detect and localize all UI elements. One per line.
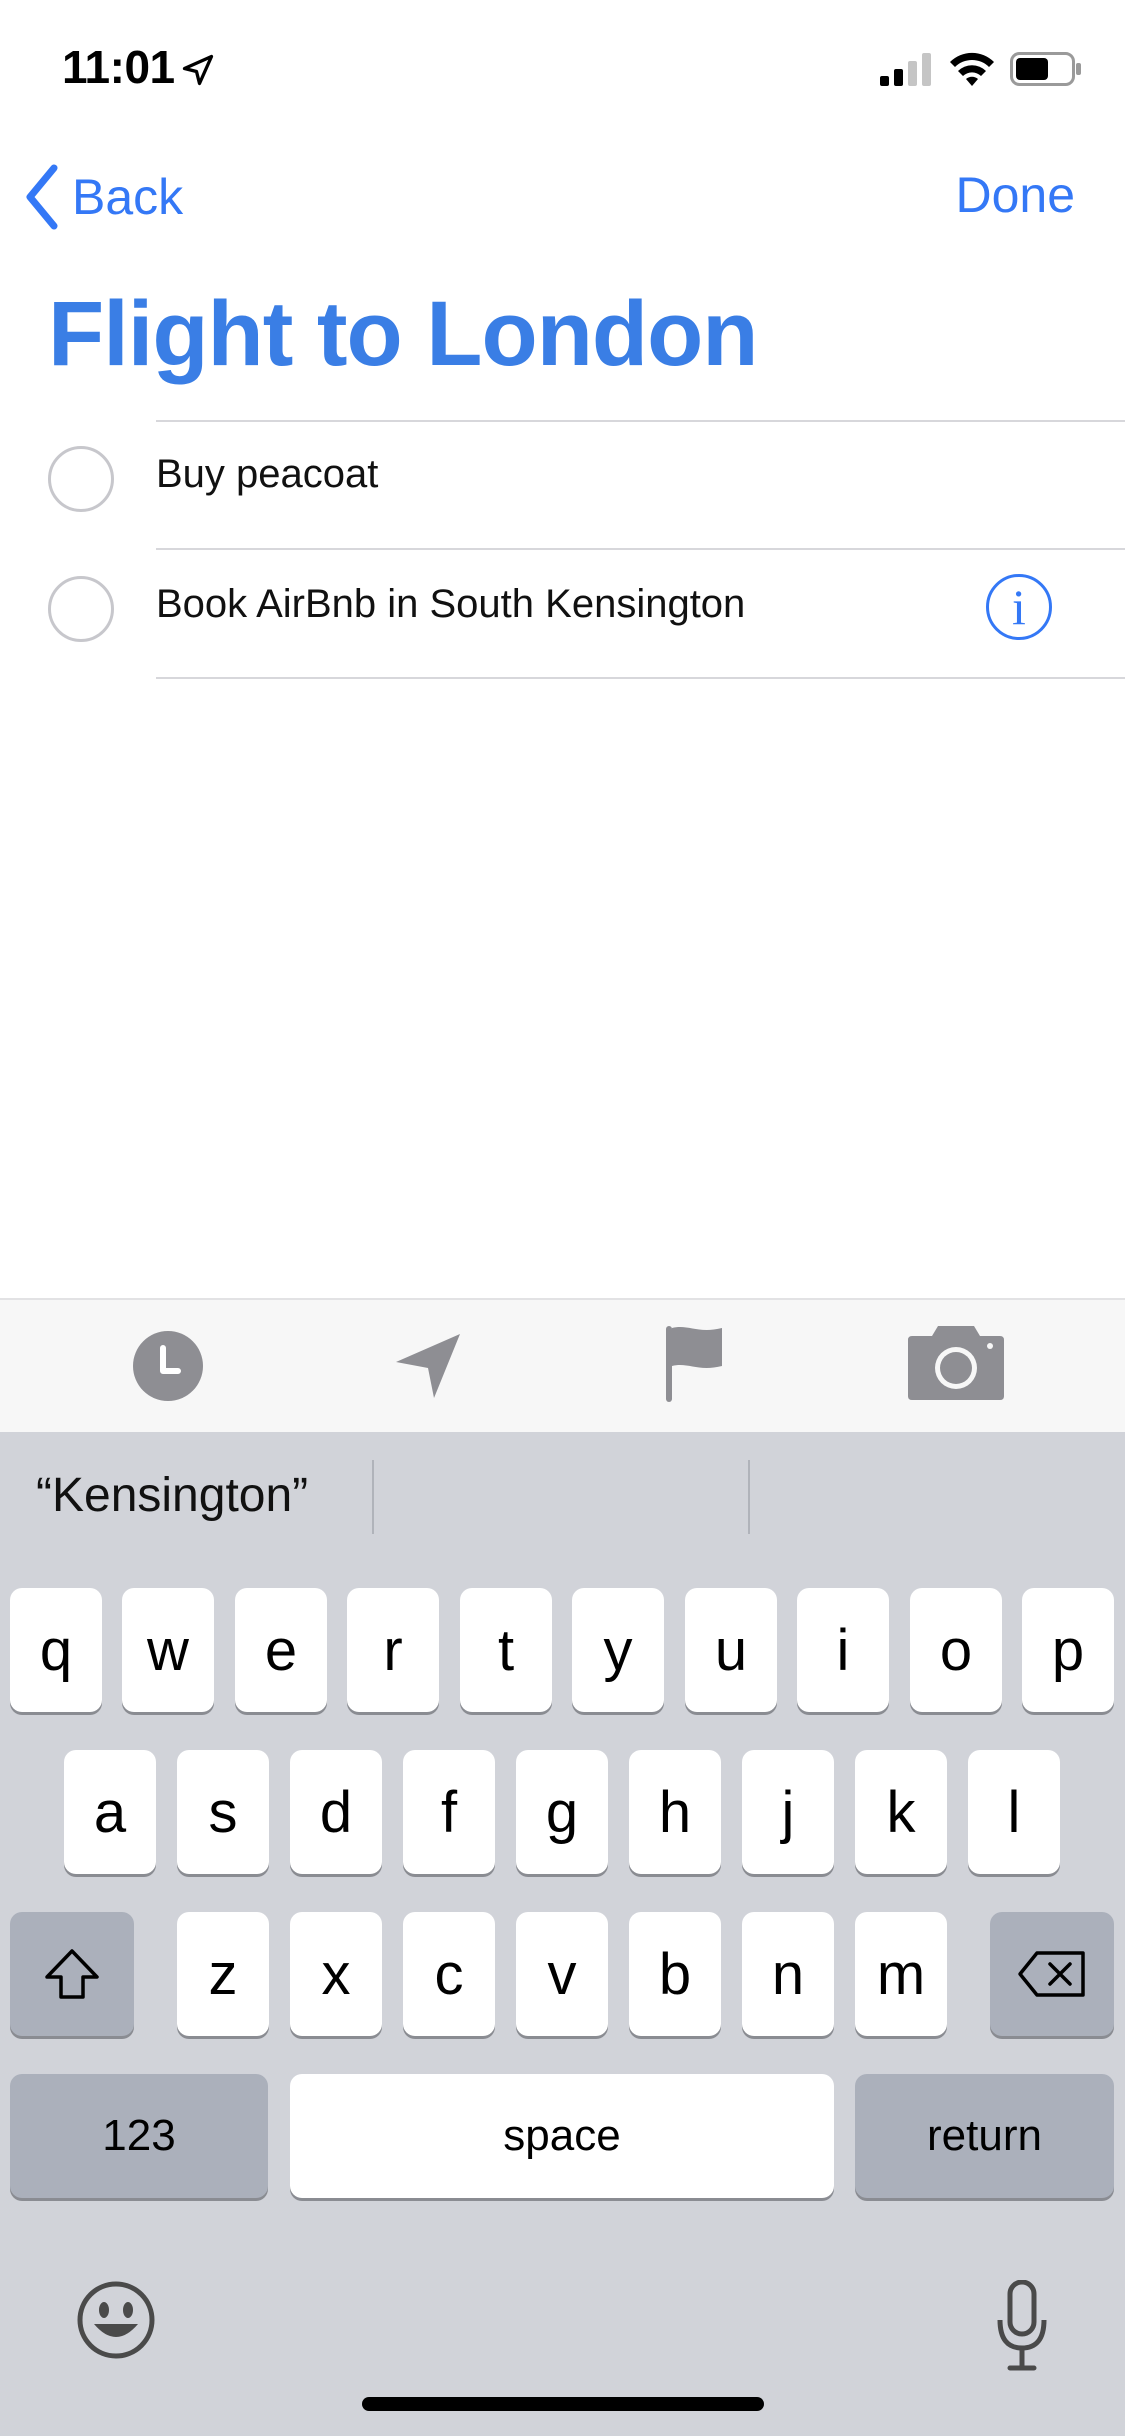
key-s[interactable]: s [177, 1750, 269, 1874]
done-button[interactable]: Done [955, 166, 1075, 224]
status-time: 11:01 [62, 41, 175, 93]
back-button[interactable]: Back [22, 162, 183, 232]
prediction-divider [372, 1460, 374, 1534]
reminder-row[interactable]: Book AirBnb in South Kensington i [0, 548, 1125, 676]
delete-icon [1018, 1951, 1085, 1997]
prediction-bar: “Kensington” [0, 1432, 1125, 1560]
info-button[interactable]: i [986, 574, 1052, 640]
key-l[interactable]: l [968, 1750, 1060, 1874]
shift-key[interactable] [10, 1912, 134, 2036]
completion-circle[interactable] [48, 446, 114, 512]
key-x[interactable]: x [290, 1912, 382, 2036]
prediction-suggestion[interactable]: “Kensington” [36, 1468, 308, 1523]
key-o[interactable]: o [910, 1588, 1002, 1712]
chevron-left-icon [26, 164, 58, 230]
key-w[interactable]: w [122, 1588, 214, 1712]
row-separator [156, 677, 1125, 679]
reminder-row[interactable]: Buy peacoat [0, 418, 1125, 546]
camera-icon[interactable] [906, 1322, 1006, 1402]
key-h[interactable]: h [629, 1750, 721, 1874]
key-n[interactable]: n [742, 1912, 834, 2036]
key-k[interactable]: k [855, 1750, 947, 1874]
key-g[interactable]: g [516, 1750, 608, 1874]
key-j[interactable]: j [742, 1750, 834, 1874]
key-y[interactable]: y [572, 1588, 664, 1712]
keyboard: “Kensington” q w e r t y u i o p a s d f… [0, 1432, 1125, 2436]
battery-icon [1010, 52, 1081, 86]
space-key[interactable]: space [290, 2074, 834, 2198]
list-title[interactable]: Flight to London [48, 282, 758, 387]
clock-icon[interactable] [132, 1330, 204, 1402]
microphone-icon[interactable] [996, 2280, 1048, 2372]
prediction-divider [748, 1460, 750, 1534]
location-arrow-icon[interactable] [392, 1330, 464, 1402]
key-a[interactable]: a [64, 1750, 156, 1874]
key-q[interactable]: q [10, 1588, 102, 1712]
emoji-icon[interactable] [76, 2280, 156, 2360]
key-r[interactable]: r [347, 1588, 439, 1712]
completion-circle[interactable] [48, 576, 114, 642]
reminder-text[interactable]: Book AirBnb in South Kensington [156, 582, 745, 627]
reminder-text[interactable]: Buy peacoat [156, 452, 378, 497]
key-e[interactable]: e [235, 1588, 327, 1712]
reminder-toolbar [0, 1298, 1125, 1434]
key-m[interactable]: m [855, 1912, 947, 2036]
key-b[interactable]: b [629, 1912, 721, 2036]
key-c[interactable]: c [403, 1912, 495, 2036]
key-i[interactable]: i [797, 1588, 889, 1712]
home-indicator[interactable] [362, 2397, 764, 2411]
key-t[interactable]: t [460, 1588, 552, 1712]
key-v[interactable]: v [516, 1912, 608, 2036]
info-icon: i [1012, 579, 1026, 635]
key-d[interactable]: d [290, 1750, 382, 1874]
key-p[interactable]: p [1022, 1588, 1114, 1712]
wifi-icon [950, 52, 994, 86]
location-services-icon [182, 54, 214, 86]
key-f[interactable]: f [403, 1750, 495, 1874]
key-u[interactable]: u [685, 1588, 777, 1712]
shift-icon [45, 1949, 99, 1999]
flag-icon[interactable] [664, 1324, 724, 1404]
cellular-signal-icon [880, 53, 931, 86]
numbers-key[interactable]: 123 [10, 2074, 268, 2198]
key-z[interactable]: z [177, 1912, 269, 2036]
return-key[interactable]: return [855, 2074, 1114, 2198]
delete-key[interactable] [990, 1912, 1114, 2036]
back-label: Back [72, 169, 184, 225]
